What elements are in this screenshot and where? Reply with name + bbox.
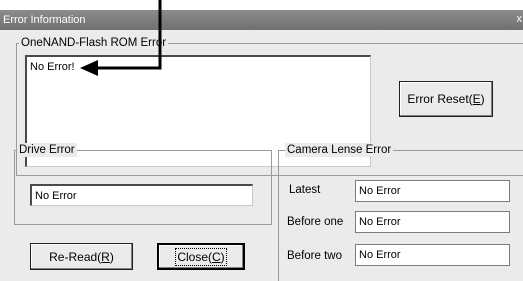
camera-before-two-label: Before two bbox=[287, 250, 342, 262]
camera-latest-field[interactable]: No Error bbox=[355, 180, 510, 202]
re-read-button-label: Re-Read(R) bbox=[49, 249, 114, 264]
drive-error-legend: Drive Error bbox=[17, 143, 77, 157]
camera-lense-error-legend: Camera Lense Error bbox=[285, 143, 394, 157]
close-button[interactable]: Close(C) bbox=[157, 243, 245, 270]
title-bar[interactable]: Error Information x bbox=[0, 10, 523, 30]
drive-error-field[interactable]: No Error bbox=[30, 184, 253, 206]
camera-latest-label: Latest bbox=[289, 184, 321, 196]
error-reset-button[interactable]: Error Reset(E) bbox=[399, 81, 493, 117]
camera-before-one-field[interactable]: No Error bbox=[355, 211, 510, 233]
close-button-label: Close(C) bbox=[175, 247, 227, 266]
error-information-window: Error Information x OneNAND-Flash ROM Er… bbox=[0, 10, 523, 281]
window-title: Error Information bbox=[3, 14, 86, 26]
error-reset-button-label: Error Reset(E) bbox=[407, 92, 485, 106]
re-read-button[interactable]: Re-Read(R) bbox=[30, 243, 133, 270]
onenand-error-legend: OneNAND-Flash ROM Error bbox=[19, 36, 169, 50]
camera-before-one-label: Before one bbox=[287, 216, 344, 228]
camera-before-two-field[interactable]: No Error bbox=[355, 244, 510, 266]
close-icon[interactable]: x bbox=[517, 13, 523, 25]
